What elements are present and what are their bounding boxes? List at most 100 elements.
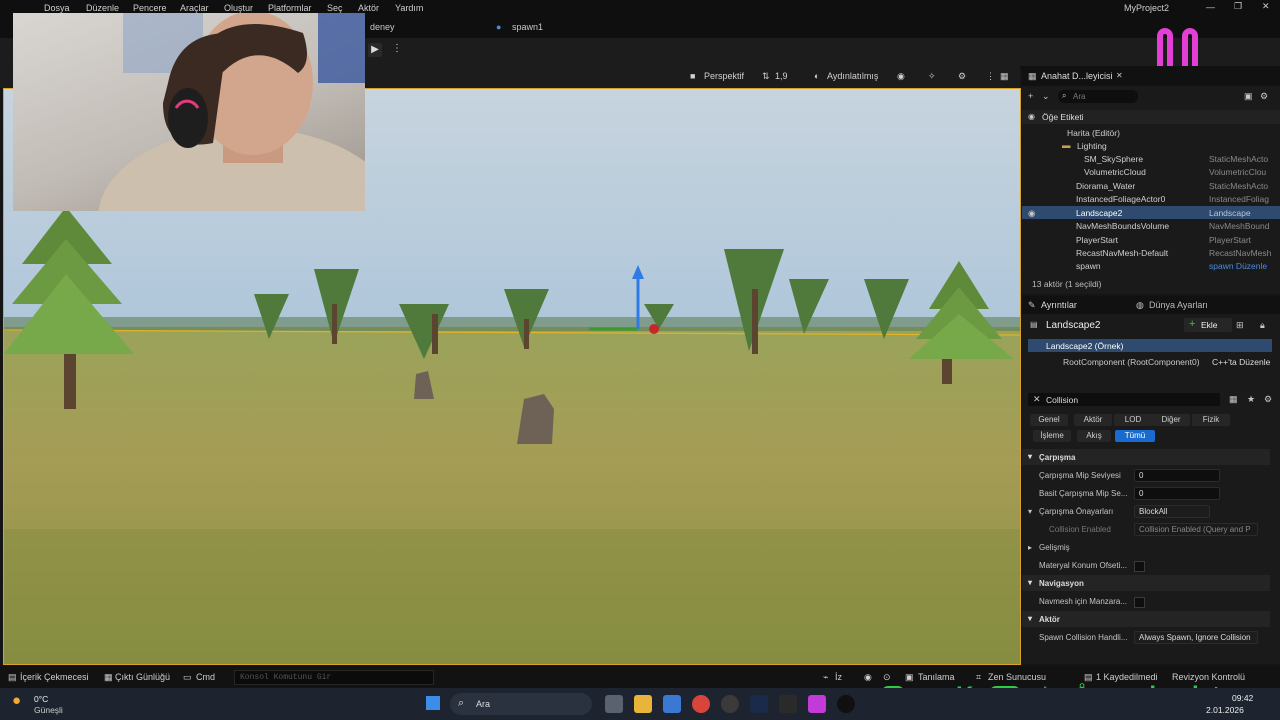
- taskbar-search-placeholder: Ara: [476, 699, 491, 709]
- output-log-button[interactable]: Çıktı Günlüğü: [115, 672, 170, 682]
- outliner-row[interactable]: InstancedFoliageActor0 InstancedFoliag: [1022, 192, 1280, 205]
- outliner-row[interactable]: VolumetricCloud VolumetricClou: [1022, 165, 1280, 178]
- section-actor[interactable]: ▾ Aktör: [1022, 611, 1270, 627]
- filter-streaming[interactable]: Akış: [1077, 430, 1111, 442]
- outliner-icon: ▦: [1028, 71, 1037, 81]
- menu-help[interactable]: Yardım: [395, 3, 423, 13]
- lock-icon[interactable]: 🔒︎: [1260, 320, 1265, 331]
- table-view-icon[interactable]: ▦: [1229, 394, 1238, 405]
- filter-icon[interactable]: ⌄: [1042, 91, 1050, 102]
- record-icon[interactable]: ◉: [864, 672, 872, 683]
- menu-platforms[interactable]: Platformlar: [268, 3, 312, 13]
- filter-other[interactable]: Diğer: [1152, 414, 1190, 426]
- details-search[interactable]: ✕ Collision: [1028, 393, 1220, 406]
- filter-physics[interactable]: Fizik: [1192, 414, 1230, 426]
- outliner-row[interactable]: NavMeshBoundsVolume NavMeshBound: [1022, 219, 1280, 232]
- trace-button[interactable]: İz: [835, 672, 842, 682]
- filter-rendering[interactable]: İşleme: [1033, 430, 1071, 442]
- add-icon[interactable]: +: [1028, 91, 1033, 101]
- outliner-search[interactable]: ⌕ Ara: [1058, 90, 1138, 103]
- outliner-tab[interactable]: Anahat D...leyicisi: [1041, 71, 1113, 81]
- level-icon: ●: [496, 22, 502, 32]
- cmd-dropdown[interactable]: Cmd: [196, 672, 215, 682]
- outliner-row[interactable]: spawn spawn Düzenle: [1022, 259, 1280, 272]
- outliner-row[interactable]: ▬ Lighting: [1022, 139, 1280, 152]
- add-component-button[interactable]: + Ekle: [1184, 318, 1232, 332]
- obs-icon[interactable]: [721, 695, 739, 713]
- filter-general[interactable]: Genel: [1030, 414, 1068, 426]
- task-view-icon[interactable]: [605, 695, 623, 713]
- clear-search-icon[interactable]: ✕: [1033, 394, 1041, 405]
- simple-collision-mip-input[interactable]: 0: [1134, 487, 1220, 500]
- collision-presets-dropdown[interactable]: BlockAll: [1134, 505, 1210, 518]
- file-explorer-icon[interactable]: [634, 695, 652, 713]
- content-drawer-button[interactable]: İçerik Çekmecesi: [20, 672, 89, 682]
- play-icon[interactable]: ▶: [368, 43, 382, 57]
- blueprint-icon[interactable]: ⊞: [1236, 320, 1244, 331]
- collision-mip-input[interactable]: 0: [1134, 469, 1220, 482]
- folder-add-icon[interactable]: ▣: [1244, 91, 1253, 102]
- tab-world-settings[interactable]: Dünya Ayarları: [1149, 300, 1208, 310]
- outliner-row[interactable]: PlayerStart PlayerStart: [1022, 233, 1280, 246]
- menu-window[interactable]: Pencere: [133, 3, 167, 13]
- clock-time: 09:42: [1232, 693, 1254, 703]
- actor-count: 13 aktör (1 seçildi): [1032, 279, 1102, 289]
- item-label-header[interactable]: Öğe Etiketi: [1042, 112, 1084, 122]
- minimize-icon[interactable]: —: [1206, 2, 1215, 12]
- menu-actor[interactable]: Aktör: [358, 3, 379, 13]
- maximize-icon[interactable]: ❐: [1234, 1, 1242, 12]
- favorite-star-icon[interactable]: ★: [1247, 394, 1255, 405]
- menu-edit[interactable]: Düzenle: [86, 3, 119, 13]
- perspective-dropdown[interactable]: Perspektif: [704, 71, 744, 81]
- chrome-icon[interactable]: [692, 695, 710, 713]
- tab-spawn1[interactable]: spawn1: [512, 22, 543, 32]
- section-navigation[interactable]: ▾ Navigasyon: [1022, 575, 1270, 591]
- transform-icon[interactable]: ✧: [928, 71, 936, 82]
- edit-cpp-link[interactable]: C++'ta Düzenle: [1212, 357, 1270, 367]
- navmesh-checkbox[interactable]: [1134, 597, 1145, 608]
- root-component[interactable]: RootComponent (RootComponent0): [1063, 357, 1200, 367]
- outliner-row-selected[interactable]: ◉ Landscape2 Landscape: [1022, 206, 1280, 219]
- menu-select[interactable]: Seç: [327, 3, 343, 13]
- outliner-row[interactable]: SM_SkySphere StaticMeshActo: [1022, 152, 1280, 165]
- filter-lod[interactable]: LOD: [1114, 414, 1152, 426]
- outliner-settings-icon[interactable]: ⚙: [1260, 91, 1268, 102]
- viewport-options-icon[interactable]: ⋮: [986, 71, 995, 82]
- collision-enabled-dropdown[interactable]: Collision Enabled (Query and P: [1134, 523, 1258, 536]
- filter-actor[interactable]: Aktör: [1074, 414, 1112, 426]
- section-collision[interactable]: ▾ Çarpışma: [1022, 449, 1270, 465]
- add-label: Ekle: [1201, 320, 1218, 330]
- outliner-tabbar: ▦ Anahat D...leyicisi ✕: [1022, 66, 1280, 86]
- taskbar: ● 0°C Güneşli ⌕ Ara 09:42 2.01.2026: [0, 688, 1280, 720]
- filter-all[interactable]: Tümü: [1115, 430, 1155, 442]
- epic-games-icon[interactable]: [779, 695, 797, 713]
- lighting-dropdown[interactable]: Aydınlatılmış: [827, 71, 878, 81]
- material-offset-checkbox[interactable]: [1134, 561, 1145, 572]
- instance-row[interactable]: Landscape2 (Örnek): [1028, 339, 1272, 352]
- console-input[interactable]: Konsol Komutunu Gir: [234, 670, 434, 685]
- outliner-close-icon[interactable]: ✕: [1116, 71, 1123, 80]
- outliner-row[interactable]: Harita (Editör): [1022, 126, 1280, 139]
- more-options-icon[interactable]: ⋮: [392, 43, 402, 54]
- outliner-row[interactable]: RecastNavMesh-Default RecastNavMesh: [1022, 246, 1280, 259]
- spawn-collision-dropdown[interactable]: Always Spawn, Ignore Collision: [1134, 631, 1258, 644]
- windows-start-icon[interactable]: [426, 696, 440, 710]
- menu-build[interactable]: Oluştur: [224, 3, 253, 13]
- layout-grid-icon[interactable]: ▦: [1000, 71, 1009, 82]
- show-eye-icon[interactable]: ◉: [897, 71, 905, 82]
- prop-advanced[interactable]: ▸ Gelişmiş: [1022, 539, 1270, 557]
- tab-deney[interactable]: deney: [370, 22, 395, 32]
- details-settings-icon[interactable]: ⚙: [1264, 394, 1272, 405]
- menu-file[interactable]: Dosya: [44, 3, 70, 13]
- tab-details[interactable]: Ayrıntılar: [1041, 300, 1077, 310]
- camera-speed[interactable]: 1,9: [775, 71, 788, 81]
- store-icon[interactable]: [663, 695, 681, 713]
- settings-gear-icon[interactable]: ⚙: [958, 71, 966, 82]
- close-icon[interactable]: ✕: [1262, 1, 1270, 12]
- taskbar-search[interactable]: ⌕ Ara: [450, 693, 592, 715]
- app-icon[interactable]: [808, 695, 826, 713]
- unreal-icon[interactable]: [837, 695, 855, 713]
- outliner-row[interactable]: Diorama_Water StaticMeshActo: [1022, 179, 1280, 192]
- steam-icon[interactable]: [750, 695, 768, 713]
- menu-tools[interactable]: Araçlar: [180, 3, 209, 13]
